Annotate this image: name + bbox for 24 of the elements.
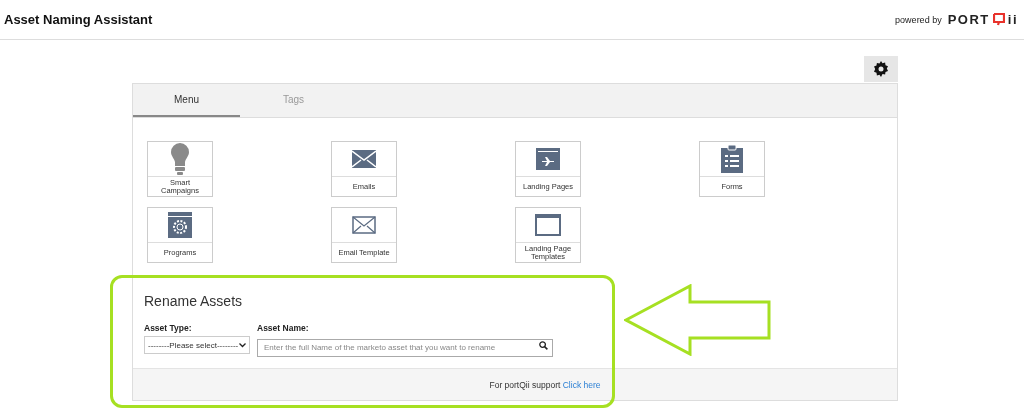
settings-icon — [873, 61, 889, 77]
logo-text: PORT — [947, 12, 990, 27]
envelope-outline-icon — [352, 216, 376, 234]
field-label: Asset Name: — [257, 323, 310, 333]
search-icon — [539, 341, 548, 350]
support-text: For portQii support Click here — [489, 379, 601, 390]
logo-text: ii — [1007, 12, 1018, 27]
powered-by-text: powered by — [895, 14, 942, 25]
gear-window-icon — [168, 212, 192, 238]
asset-name-search-field[interactable]: Enter the full Name of the marketo asset that you want to rename — [257, 338, 553, 357]
support-link[interactable]: Click here — [562, 379, 601, 390]
tab[interactable]: Menu — [133, 84, 240, 117]
settings-button[interactable] — [864, 56, 898, 82]
field-label: Asset Type: — [144, 323, 193, 333]
envelope-icon — [352, 150, 376, 168]
chevron-down-icon — [239, 342, 246, 348]
lightbulb-icon — [171, 143, 189, 175]
clipboard-icon — [721, 145, 743, 173]
asset-type-dropdown[interactable]: --------Please select-------- — [144, 336, 250, 354]
airplane-window-icon — [536, 148, 560, 170]
section-title: Rename Assets — [144, 293, 244, 309]
app-title: Asset Naming Assistant — [4, 12, 153, 27]
logo-mark-icon — [992, 13, 1005, 26]
window-icon — [535, 214, 561, 236]
